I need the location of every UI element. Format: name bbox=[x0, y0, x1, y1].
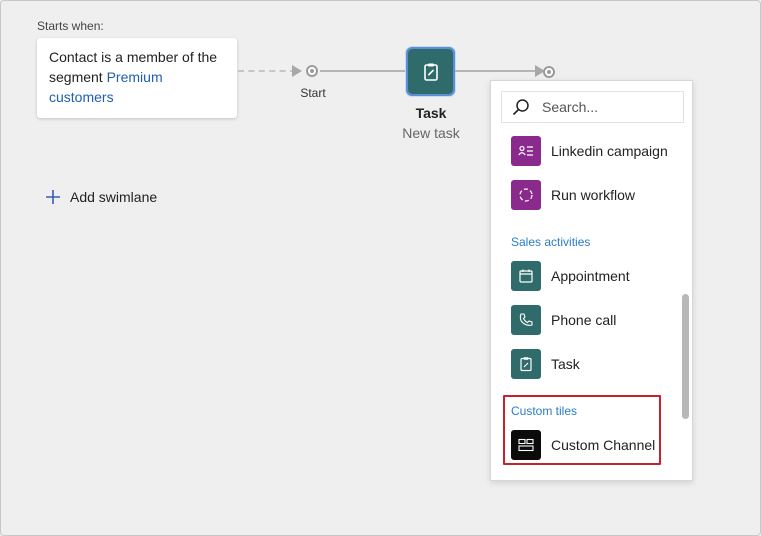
list-item-task[interactable]: Task bbox=[511, 348, 580, 380]
add-swimlane-button[interactable]: Add swimlane bbox=[46, 189, 157, 205]
run-workflow-icon bbox=[511, 180, 541, 210]
list-item-custom-channel[interactable]: Custom Channel bbox=[511, 429, 655, 461]
list-item-label: Phone call bbox=[551, 312, 617, 328]
dashed-connector bbox=[238, 70, 296, 72]
task-icon bbox=[511, 349, 541, 379]
tile-picker-panel: Linkedin campaign Run workflow Sales act… bbox=[490, 80, 693, 481]
section-header-custom: Custom tiles bbox=[511, 404, 578, 418]
task-tile[interactable] bbox=[406, 47, 455, 96]
connector-line bbox=[455, 70, 537, 72]
start-label: Start bbox=[300, 86, 326, 100]
section-header-sales: Sales activities bbox=[511, 235, 591, 249]
list-item-label: Linkedin campaign bbox=[551, 143, 668, 159]
appointment-icon bbox=[511, 261, 541, 291]
phone-call-icon bbox=[511, 305, 541, 335]
list-item-label: Appointment bbox=[551, 268, 630, 284]
connector-line bbox=[320, 70, 408, 72]
add-swimlane-label: Add swimlane bbox=[70, 189, 158, 205]
arrow-head-icon bbox=[292, 65, 302, 77]
task-title: Task bbox=[415, 105, 447, 121]
list-item-label: Run workflow bbox=[551, 187, 636, 203]
plus-icon bbox=[46, 190, 60, 204]
linkedin-campaign-icon bbox=[511, 136, 541, 166]
scrollbar-thumb[interactable] bbox=[682, 294, 689, 419]
starts-when-label: Starts when: bbox=[37, 19, 104, 33]
trigger-card[interactable]: Contact is a member of the segment Premi… bbox=[37, 38, 237, 118]
start-node[interactable] bbox=[306, 65, 318, 77]
search-input[interactable] bbox=[542, 99, 672, 115]
search-icon bbox=[512, 99, 529, 116]
search-box[interactable] bbox=[501, 91, 684, 123]
add-step-node[interactable] bbox=[543, 66, 555, 78]
list-item-phone-call[interactable]: Phone call bbox=[511, 304, 616, 336]
task-subtitle: New task bbox=[402, 125, 460, 141]
list-item-label: Custom Channel bbox=[551, 437, 656, 453]
list-item-run-workflow[interactable]: Run workflow bbox=[511, 179, 635, 211]
list-item-label: Task bbox=[551, 356, 580, 372]
clipboard-icon bbox=[423, 63, 438, 81]
list-item-linkedin-campaign[interactable]: Linkedin campaign bbox=[511, 135, 668, 167]
custom-channel-icon bbox=[511, 430, 541, 460]
tile-list: Linkedin campaign Run workflow Sales act… bbox=[491, 133, 681, 473]
list-item-appointment[interactable]: Appointment bbox=[511, 260, 630, 292]
